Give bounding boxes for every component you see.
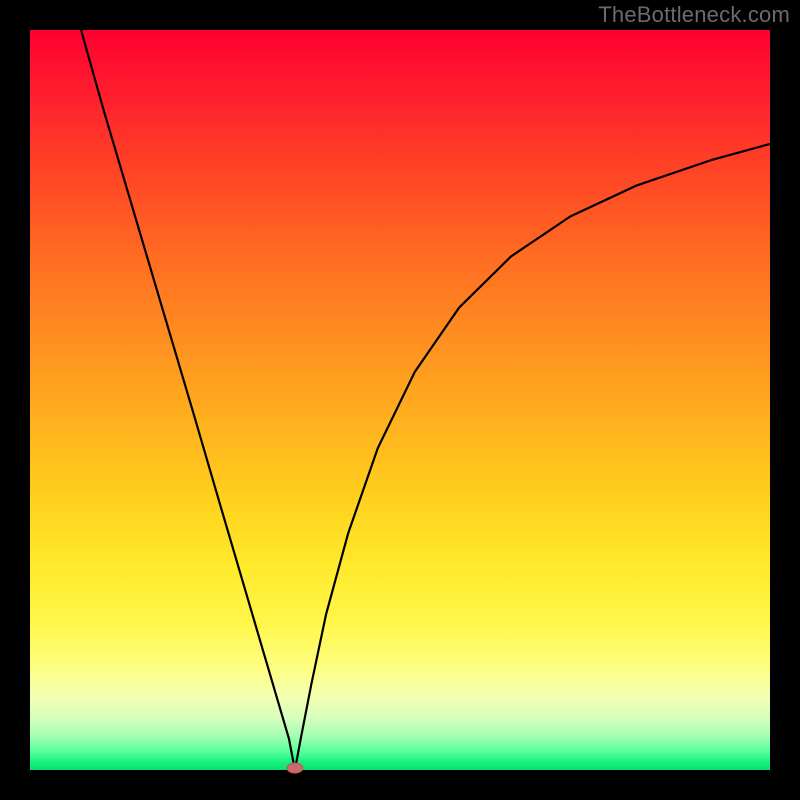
curve-svg: [30, 30, 770, 770]
chart-frame: TheBottleneck.com: [0, 0, 800, 800]
bottleneck-curve: [81, 30, 770, 770]
watermark-text: TheBottleneck.com: [598, 2, 790, 28]
minimum-marker: [287, 763, 303, 773]
plot-area: [30, 30, 770, 770]
